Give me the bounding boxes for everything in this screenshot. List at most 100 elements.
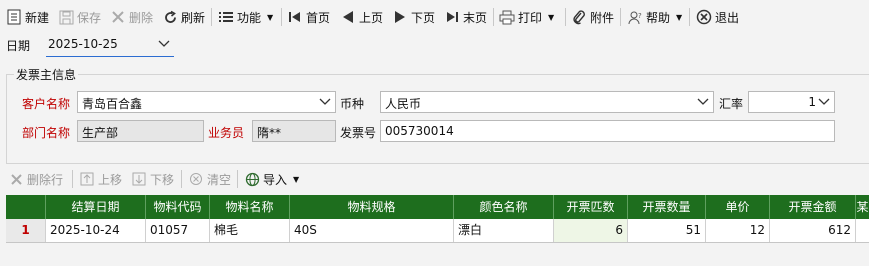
cell-invoice-amount[interactable]: 612 [770, 219, 856, 242]
dropdown-caret-icon: ▼ [548, 12, 555, 22]
toolbar-divider [237, 170, 238, 188]
delete-x-icon [8, 171, 24, 187]
list-icon [218, 9, 234, 25]
department-label: 部门名称 [22, 126, 71, 140]
department-field[interactable]: 生产部 [77, 120, 204, 142]
row-number: 1 [6, 219, 46, 242]
arrow-up-icon [79, 171, 95, 187]
clear-label: 清空 [207, 172, 232, 187]
invoice-main-info-group [6, 74, 869, 164]
save-button[interactable]: 保存 [58, 7, 101, 27]
first-page-button[interactable]: 首页 [287, 7, 330, 27]
print-label: 打印 [518, 10, 543, 25]
refresh-icon [162, 9, 178, 25]
delete-row-label: 删除行 [27, 172, 64, 187]
cell-invoice-pieces[interactable]: 6 [554, 219, 628, 242]
save-icon [58, 9, 74, 25]
date-value: 2025-10-25 [48, 37, 118, 51]
currency-select[interactable]: 人民币 [380, 91, 714, 113]
prev-page-label: 上页 [359, 10, 384, 25]
department-value: 生产部 [82, 126, 119, 140]
col-truncated[interactable]: 某 [856, 195, 869, 219]
currency-label: 币种 [340, 97, 365, 111]
last-page-button[interactable]: 末页 [444, 7, 487, 27]
first-page-icon [287, 9, 303, 25]
new-document-icon [6, 9, 22, 25]
next-page-button[interactable]: 下页 [392, 7, 435, 27]
customer-select[interactable]: 青岛百合鑫 [77, 91, 336, 113]
col-invoice-amount[interactable]: 开票金额 [770, 195, 856, 219]
exit-button[interactable]: 退出 [696, 7, 739, 27]
chevron-down-icon[interactable] [818, 95, 830, 110]
chevron-down-icon[interactable] [319, 95, 331, 110]
cell-color-name[interactable]: 漂白 [454, 219, 554, 242]
move-up-label: 上移 [98, 172, 123, 187]
col-settlement-date[interactable]: 结算日期 [46, 195, 146, 219]
first-page-label: 首页 [306, 10, 331, 25]
row-number-header [6, 195, 46, 219]
delete-x-icon [110, 9, 126, 25]
move-up-button[interactable]: 上移 [79, 170, 122, 188]
col-color-name[interactable]: 颜色名称 [454, 195, 554, 219]
arrow-down-icon [131, 171, 147, 187]
function-menu-button[interactable]: 功能 ▼ [218, 7, 273, 27]
paperclip-icon [571, 9, 587, 25]
move-down-label: 下移 [150, 172, 175, 187]
col-unit-price[interactable]: 单价 [706, 195, 770, 219]
save-label: 保存 [77, 10, 102, 25]
salesman-label: 业务员 [208, 126, 245, 140]
customer-label: 客户名称 [22, 97, 71, 111]
col-material-code[interactable]: 物料代码 [146, 195, 210, 219]
cell-material-name[interactable]: 棉毛 [210, 219, 290, 242]
customer-value: 青岛百合鑫 [82, 97, 143, 111]
toolbar-divider [620, 8, 621, 26]
col-material-name[interactable]: 物料名称 [210, 195, 290, 219]
chevron-down-icon[interactable] [697, 95, 709, 110]
col-invoice-quantity[interactable]: 开票数量 [628, 195, 706, 219]
globe-icon [244, 171, 260, 187]
col-material-spec[interactable]: 物料规格 [290, 195, 454, 219]
date-label: 日期 [6, 39, 31, 53]
date-picker[interactable]: 2025-10-25 [46, 34, 174, 57]
move-down-button[interactable]: 下移 [131, 170, 174, 188]
help-menu-button[interactable]: ? 帮助 ▼ [627, 7, 682, 27]
toolbar-divider [281, 8, 282, 26]
refresh-button[interactable]: 刷新 [162, 7, 205, 27]
last-page-icon [444, 9, 460, 25]
last-page-label: 末页 [463, 10, 488, 25]
col-invoice-pieces[interactable]: 开票匹数 [554, 195, 628, 219]
cell-material-code[interactable]: 01057 [146, 219, 210, 242]
delete-button[interactable]: 删除 [110, 7, 153, 27]
cell-unit-price[interactable]: 12 [706, 219, 770, 242]
cell-material-spec[interactable]: 40S [290, 219, 454, 242]
exchange-rate-label: 汇率 [719, 97, 744, 111]
exchange-rate-value: 1 [808, 95, 816, 109]
dropdown-caret-icon: ▼ [293, 174, 300, 184]
chevron-down-icon[interactable] [158, 37, 170, 52]
toolbar-divider [181, 170, 182, 188]
help-label: 帮助 [646, 10, 671, 25]
new-button[interactable]: 新建 [6, 7, 49, 27]
attachment-button[interactable]: 附件 [571, 7, 614, 27]
grid-header: 结算日期 物料代码 物料名称 物料规格 颜色名称 开票匹数 开票数量 单价 开票… [6, 195, 869, 219]
svg-text:?: ? [638, 12, 642, 20]
cell-truncated[interactable] [856, 219, 869, 242]
exit-circle-x-icon [696, 9, 712, 25]
import-menu-button[interactable]: 导入 ▼ [244, 170, 299, 188]
toolbar-divider [689, 8, 690, 26]
exchange-rate-input[interactable]: 1 [748, 91, 835, 113]
new-label: 新建 [25, 10, 50, 25]
cell-settlement-date[interactable]: 2025-10-24 [46, 219, 146, 242]
prev-page-button[interactable]: 上页 [340, 7, 383, 27]
cell-invoice-quantity[interactable]: 51 [628, 219, 706, 242]
invoice-number-input[interactable]: 005730014 [380, 120, 835, 142]
toolbar-divider [565, 8, 566, 26]
toolbar-divider [211, 8, 212, 26]
clear-button[interactable]: 清空 [188, 170, 231, 188]
help-user-icon: ? [627, 9, 643, 25]
salesman-field[interactable]: 隋** [252, 120, 336, 142]
toolbar-divider [72, 170, 73, 188]
table-row[interactable]: 1 2025-10-24 01057 棉毛 40S 漂白 6 51 12 612 [6, 219, 869, 243]
delete-row-button[interactable]: 删除行 [8, 170, 63, 188]
print-button[interactable]: 打印 ▼ [499, 7, 554, 27]
